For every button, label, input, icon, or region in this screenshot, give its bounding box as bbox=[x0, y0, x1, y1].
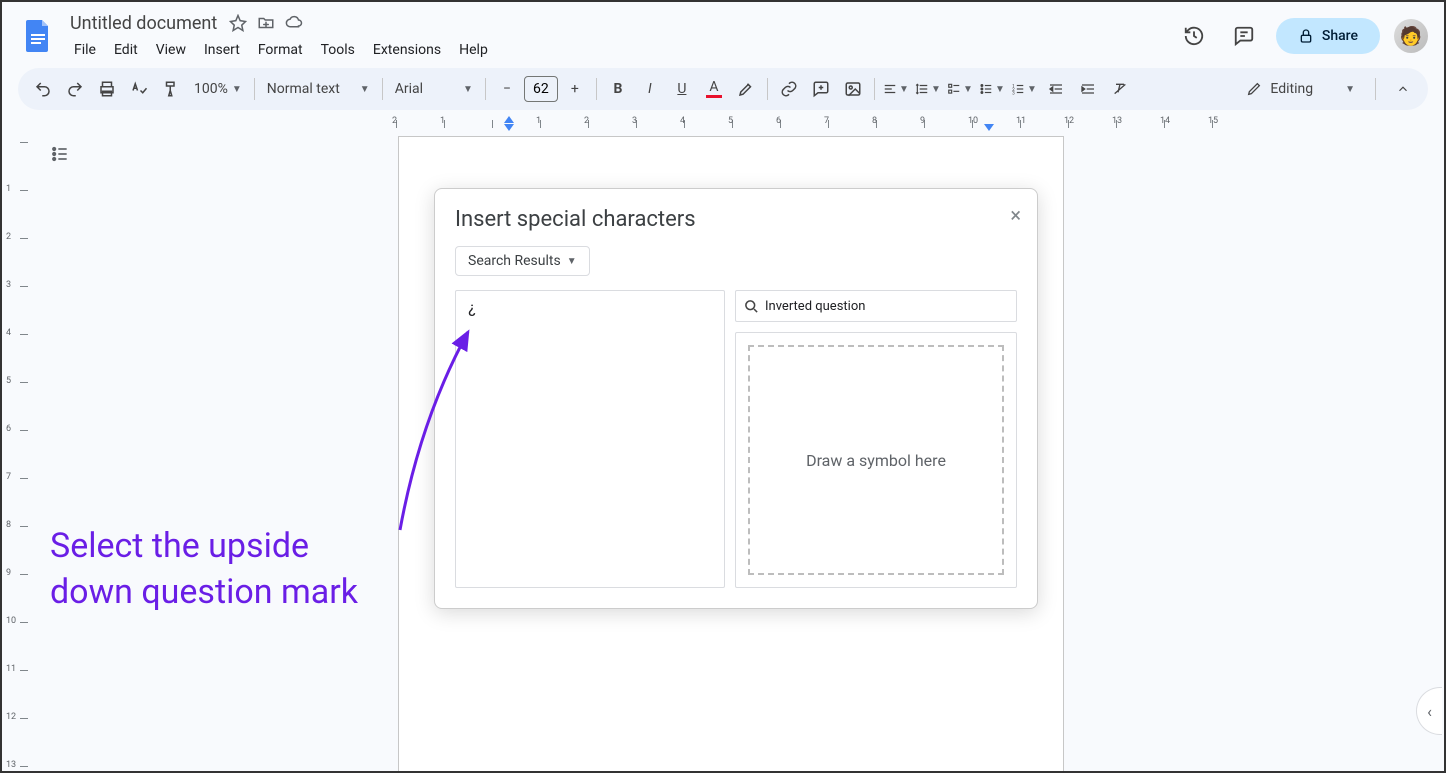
undo-button[interactable] bbox=[28, 74, 58, 104]
italic-button[interactable]: I bbox=[635, 74, 665, 104]
avatar[interactable]: 🧑 bbox=[1394, 19, 1428, 53]
search-input[interactable] bbox=[765, 299, 1008, 314]
menu-help[interactable]: Help bbox=[451, 38, 496, 62]
docs-logo[interactable] bbox=[18, 16, 58, 56]
draw-panel[interactable]: Draw a symbol here bbox=[735, 332, 1017, 588]
dialog-title: Insert special characters bbox=[455, 207, 1017, 232]
menu-format[interactable]: Format bbox=[250, 38, 311, 62]
toolbar: 100%▼ Normal text▼ Arial▼ − + B I U A ▼ … bbox=[18, 68, 1428, 110]
history-icon[interactable] bbox=[1176, 18, 1212, 54]
menu-view[interactable]: View bbox=[148, 38, 194, 62]
move-icon[interactable] bbox=[257, 14, 275, 32]
clear-formatting-button[interactable] bbox=[1105, 74, 1135, 104]
highlight-button[interactable] bbox=[731, 74, 761, 104]
outline-toggle-button[interactable] bbox=[46, 140, 74, 168]
vertical-ruler[interactable]: 12345678910111213 bbox=[2, 132, 36, 771]
menubar: File Edit View Insert Format Tools Exten… bbox=[66, 38, 1176, 62]
bulleted-list-dropdown[interactable]: ▼ bbox=[977, 74, 1007, 104]
dialog-close-button[interactable]: × bbox=[1010, 203, 1021, 227]
search-icon bbox=[744, 299, 759, 314]
text-color-button[interactable]: A bbox=[699, 74, 729, 104]
line-spacing-dropdown[interactable]: ▼ bbox=[913, 74, 943, 104]
document-canvas: Insert special characters × Search Resul… bbox=[36, 132, 1444, 771]
zoom-dropdown[interactable]: 100%▼ bbox=[188, 74, 248, 104]
editing-mode-dropdown[interactable]: Editing ▼ bbox=[1238, 77, 1363, 101]
redo-button[interactable] bbox=[60, 74, 90, 104]
draw-hint: Draw a symbol here bbox=[806, 451, 946, 470]
insert-image-button[interactable] bbox=[838, 74, 868, 104]
decrease-indent-button[interactable] bbox=[1041, 74, 1071, 104]
decrease-font-button[interactable]: − bbox=[492, 74, 522, 104]
share-label: Share bbox=[1322, 28, 1358, 44]
right-indent-marker[interactable] bbox=[984, 124, 994, 131]
share-button[interactable]: Share bbox=[1276, 18, 1380, 54]
increase-font-button[interactable]: + bbox=[560, 74, 590, 104]
horizontal-ruler[interactable]: 21123456789101112131415 bbox=[36, 116, 1444, 132]
numbered-list-dropdown[interactable]: 123▼ bbox=[1009, 74, 1039, 104]
menu-file[interactable]: File bbox=[66, 38, 104, 62]
align-dropdown[interactable]: ▼ bbox=[881, 74, 911, 104]
cloud-status-icon[interactable] bbox=[285, 14, 303, 32]
menu-edit[interactable]: Edit bbox=[106, 38, 146, 62]
menu-insert[interactable]: Insert bbox=[196, 38, 248, 62]
paint-format-button[interactable] bbox=[156, 74, 186, 104]
comments-icon[interactable] bbox=[1226, 18, 1262, 54]
underline-button[interactable]: U bbox=[667, 74, 697, 104]
search-box[interactable] bbox=[735, 290, 1017, 322]
document-title[interactable]: Untitled document bbox=[66, 11, 221, 36]
insert-link-button[interactable] bbox=[774, 74, 804, 104]
add-comment-button[interactable] bbox=[806, 74, 836, 104]
side-panel-toggle[interactable]: ‹ bbox=[1416, 687, 1442, 735]
star-icon[interactable] bbox=[229, 14, 247, 32]
annotation-text: Select the upside down question mark bbox=[36, 524, 436, 616]
font-size-input[interactable] bbox=[524, 76, 558, 102]
titlebar: Untitled document File Edit View Insert … bbox=[2, 2, 1444, 62]
results-panel: ¿ bbox=[455, 290, 725, 588]
special-characters-dialog: Insert special characters × Search Resul… bbox=[434, 188, 1038, 609]
font-dropdown[interactable]: Arial▼ bbox=[389, 74, 479, 104]
checklist-dropdown[interactable]: ▼ bbox=[945, 74, 975, 104]
left-indent-marker[interactable] bbox=[504, 124, 514, 131]
menu-tools[interactable]: Tools bbox=[313, 38, 363, 62]
collapse-toolbar-button[interactable] bbox=[1388, 74, 1418, 104]
menu-extensions[interactable]: Extensions bbox=[365, 38, 449, 62]
paragraph-style-dropdown[interactable]: Normal text▼ bbox=[261, 74, 376, 104]
bold-button[interactable]: B bbox=[603, 74, 633, 104]
char-inverted-question[interactable]: ¿ bbox=[460, 295, 484, 319]
print-button[interactable] bbox=[92, 74, 122, 104]
first-line-indent-marker[interactable] bbox=[504, 116, 514, 123]
category-dropdown[interactable]: Search Results▼ bbox=[455, 246, 590, 276]
spellcheck-button[interactable] bbox=[124, 74, 154, 104]
increase-indent-button[interactable] bbox=[1073, 74, 1103, 104]
svg-text:3: 3 bbox=[1012, 90, 1015, 96]
